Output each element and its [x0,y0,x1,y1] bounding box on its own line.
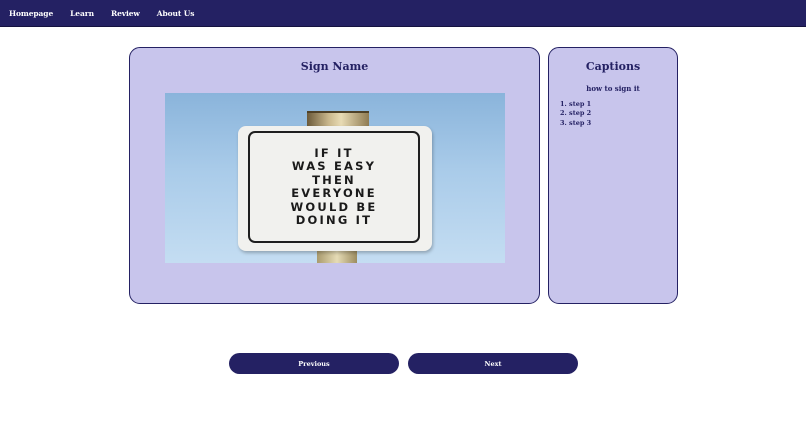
step-item: 3. step 3 [560,118,592,127]
captions-subtitle: how to sign it [586,84,640,93]
sign-name-title: Sign Name [300,60,369,73]
sign-image: IF IT WAS EASY THEN EVERYONE WOULD BE DO… [165,93,505,263]
captions-card: Captions how to sign it 1. step 1 2. ste… [548,47,678,304]
nav-link-homepage[interactable]: Homepage [9,9,53,18]
next-button[interactable]: Next [408,353,578,374]
street-sign-border: IF IT WAS EASY THEN EVERYONE WOULD BE DO… [248,131,420,243]
nav-link-about-us[interactable]: About Us [157,9,195,18]
steps-list: 1. step 1 2. step 2 3. step 3 [560,100,591,128]
street-sign-board: IF IT WAS EASY THEN EVERYONE WOULD BE DO… [238,126,432,251]
nav-link-review[interactable]: Review [111,9,140,18]
step-item: 1. step 1 [560,100,592,108]
nav-link-learn[interactable]: Learn [70,9,94,18]
previous-button[interactable]: Previous [229,353,399,374]
sign-card: Sign Name IF IT WAS EASY THEN EVERYONE W… [129,47,540,304]
street-sign-text: IF IT WAS EASY THEN EVERYONE WOULD BE DO… [290,145,378,227]
step-item: 2. step 2 [560,109,592,118]
top-navbar: Homepage Learn Review About Us [0,0,806,27]
captions-title: Captions [585,60,641,73]
